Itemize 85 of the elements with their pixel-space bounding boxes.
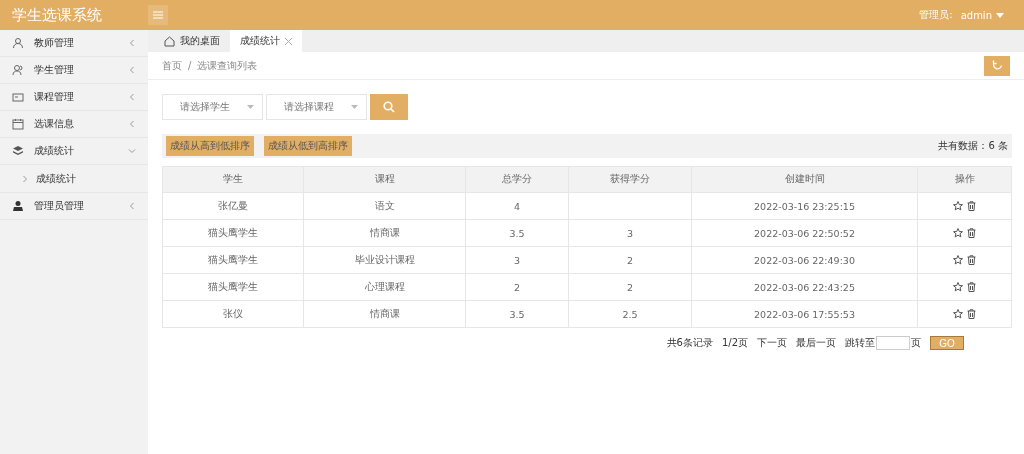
table-cell: 心理课程 — [303, 273, 466, 301]
sidebar-item[interactable]: 教师管理 — [0, 30, 148, 57]
trash-icon[interactable] — [967, 228, 976, 238]
tab[interactable]: 我的桌面 — [154, 30, 230, 52]
user-label: 管理员: — [919, 8, 953, 22]
table-cell: 3.5 — [465, 219, 569, 247]
select-field[interactable]: 请选择课程 — [266, 94, 367, 120]
column-header: 获得学分 — [568, 166, 692, 193]
star-icon[interactable] — [953, 282, 963, 292]
sidebar-item[interactable]: 成绩统计 — [0, 138, 148, 165]
sidebar-item[interactable]: 选课信息 — [0, 111, 148, 138]
chevron-left-icon — [128, 202, 136, 210]
chevron-right-icon — [22, 174, 28, 183]
next-page-link[interactable]: 下一页 — [757, 336, 787, 350]
table-cell: 2022-03-06 22:49:30 — [691, 246, 918, 274]
app-title: 学生选课系统 — [11, 5, 103, 25]
column-header: 课程 — [303, 166, 466, 193]
table-cell: 2.5 — [568, 300, 692, 328]
page-indicator: 1/2页 — [721, 336, 748, 350]
menu-icon — [153, 11, 163, 19]
star-icon[interactable] — [953, 201, 963, 211]
sidebar-subitem[interactable]: 成绩统计 — [0, 165, 148, 193]
chevron-left-icon — [128, 120, 136, 128]
trash-icon[interactable] — [967, 282, 976, 292]
total-count: 共有数据：6 条 — [938, 139, 1008, 153]
caret-icon — [996, 12, 1004, 18]
table-cell: 情商课 — [303, 219, 466, 247]
page-input[interactable] — [876, 336, 910, 350]
table-cell: 情商课 — [303, 300, 466, 328]
table-cell: 2022-03-06 17:55:53 — [691, 300, 918, 328]
table-cell: 2 — [568, 246, 692, 274]
calendar-icon — [12, 118, 24, 130]
card-icon — [12, 91, 24, 103]
table-cell: 猫头鹰学生 — [162, 246, 304, 274]
table-cell: 猫头鹰学生 — [162, 219, 304, 247]
people-icon — [12, 64, 24, 76]
table-cell: 3.5 — [465, 300, 569, 328]
layers-icon — [12, 145, 24, 157]
table-cell: 3 — [465, 246, 569, 274]
star-icon[interactable] — [953, 228, 963, 238]
table-cell: 张仪 — [162, 300, 304, 328]
caret-icon — [247, 105, 254, 109]
sort-button[interactable]: 成绩从低到高排序 — [264, 136, 352, 156]
chevron-down-icon — [128, 147, 136, 155]
sidebar-item[interactable]: 课程管理 — [0, 84, 148, 111]
chevron-left-icon — [128, 93, 136, 101]
search-icon — [383, 101, 395, 113]
trash-icon[interactable] — [967, 201, 976, 211]
table-cell: 2022-03-06 22:50:52 — [691, 219, 918, 247]
table-cell: 语文 — [303, 192, 466, 220]
caret-icon — [351, 105, 358, 109]
trash-icon[interactable] — [967, 255, 976, 265]
column-header: 创建时间 — [691, 166, 918, 193]
star-icon[interactable] — [953, 255, 963, 265]
table-cell: 猫头鹰学生 — [162, 273, 304, 301]
person-icon — [12, 37, 24, 49]
record-count: 共6条记录 — [666, 336, 713, 350]
table-cell: 2022-03-16 23:25:15 — [691, 192, 918, 220]
last-page-link[interactable]: 最后一页 — [796, 336, 836, 350]
page-unit: 页 — [911, 336, 921, 350]
column-header: 学生 — [162, 166, 304, 193]
home-icon — [164, 35, 175, 47]
column-header: 总学分 — [465, 166, 569, 193]
user-icon — [12, 200, 24, 212]
star-icon[interactable] — [953, 309, 963, 319]
chevron-left-icon — [128, 39, 136, 47]
jump-label: 跳转至 — [845, 336, 875, 350]
breadcrumb-separator: / — [188, 60, 192, 71]
select-field[interactable]: 请选择学生 — [162, 94, 263, 120]
chevron-left-icon — [128, 66, 136, 74]
table-cell: 4 — [465, 192, 569, 220]
table-cell: 毕业设计课程 — [303, 246, 466, 274]
sidebar-item[interactable]: 管理员管理 — [0, 193, 148, 220]
sort-button[interactable]: 成绩从高到低排序 — [166, 136, 254, 156]
sidebar-item[interactable]: 学生管理 — [0, 57, 148, 84]
table-cell: 2 — [568, 273, 692, 301]
table-cell: 张亿曼 — [162, 192, 304, 220]
column-header: 操作 — [917, 166, 1012, 193]
table-cell: 2 — [465, 273, 569, 301]
table-cell: 3 — [568, 219, 692, 247]
trash-icon[interactable] — [967, 309, 976, 319]
tab[interactable]: 成绩统计 — [230, 30, 302, 52]
breadcrumb-link[interactable]: 首页 — [162, 58, 182, 73]
table-cell: 2022-03-06 22:43:25 — [691, 273, 918, 301]
breadcrumb-link[interactable]: 选课查询列表 — [197, 58, 258, 73]
